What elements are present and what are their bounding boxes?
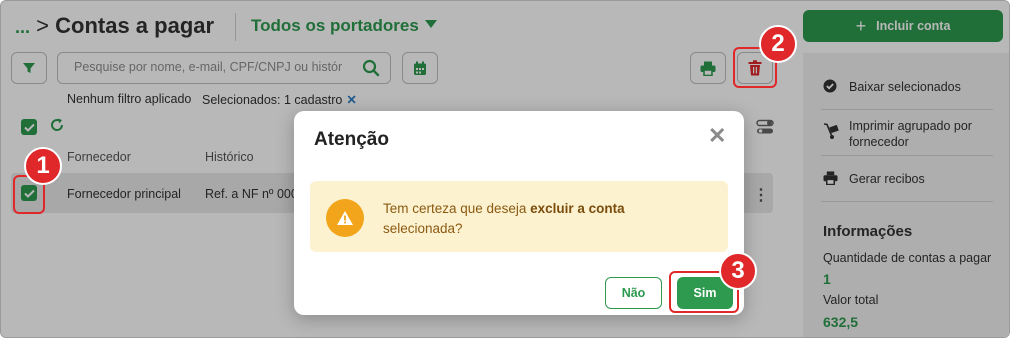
- step-badge-3: 3: [719, 252, 757, 290]
- dialog-title: Atenção: [314, 129, 389, 150]
- dialog-message: Tem certeza que deseja excluir a conta s…: [383, 199, 713, 239]
- cancel-button[interactable]: Não: [605, 277, 662, 309]
- step-badge-1: 1: [24, 147, 62, 185]
- message-suffix: selecionada?: [383, 221, 463, 236]
- step-badge-2: 2: [759, 25, 797, 63]
- warning-icon: [326, 199, 364, 237]
- app-window: ... > Contas a pagar Todos os portadores…: [0, 0, 1010, 338]
- message-emphasis: excluir a conta: [530, 201, 625, 216]
- message-prefix: Tem certeza que deseja: [383, 201, 531, 216]
- warning-alert: Tem certeza que deseja excluir a conta s…: [310, 181, 728, 252]
- close-icon[interactable]: ✕: [708, 125, 726, 147]
